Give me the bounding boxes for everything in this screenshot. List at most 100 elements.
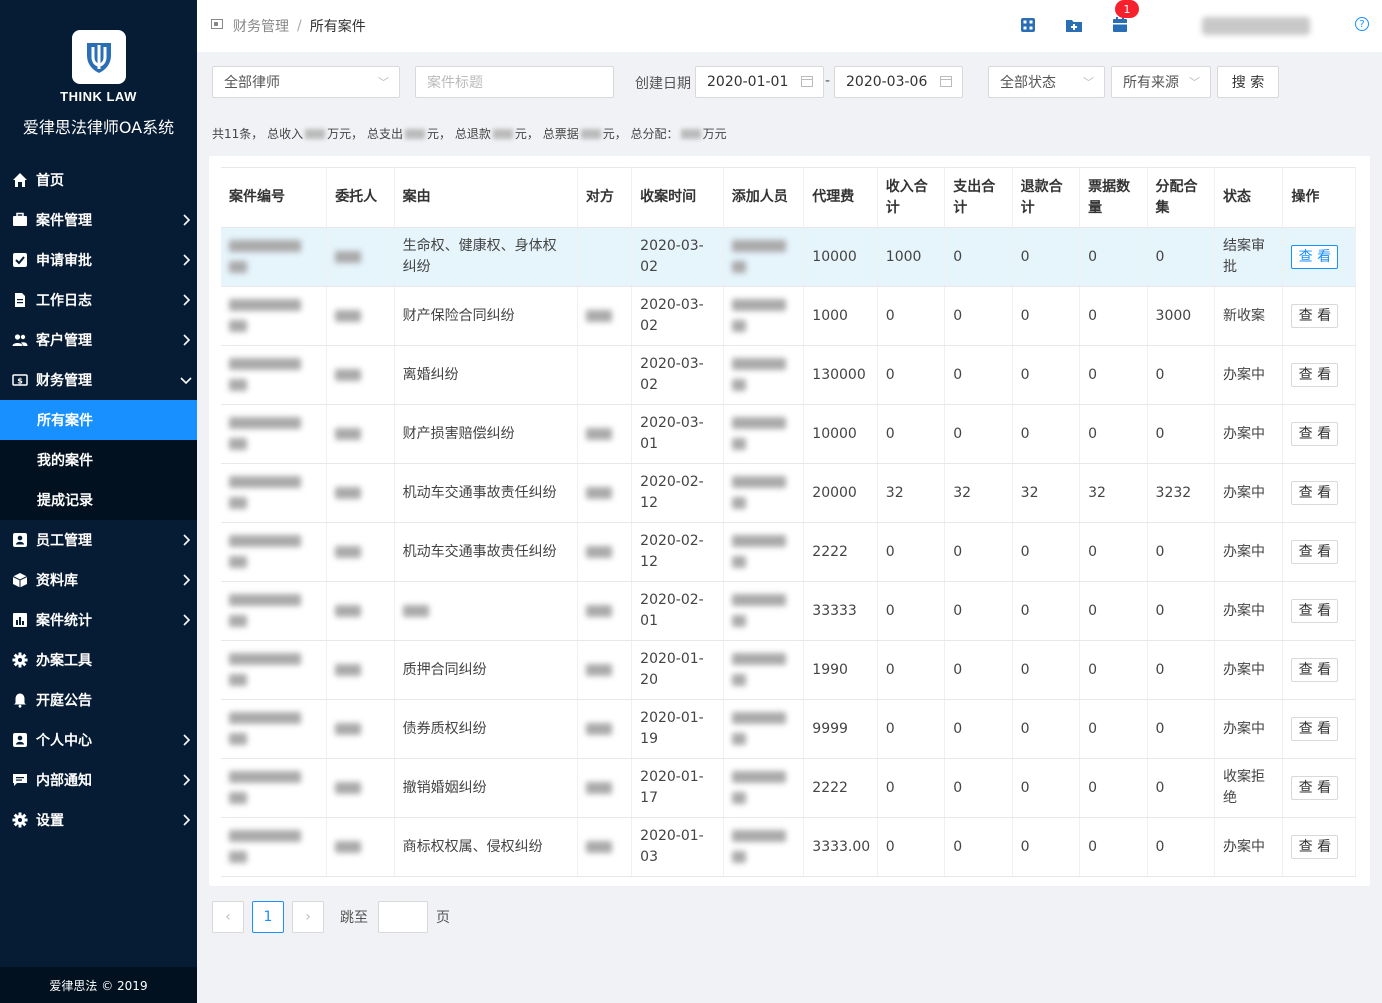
cases-table: 案件编号 委托人 案由 对方 收案时间 添加人员 代理费 收入合计 支出合计 退款合计 票据数量 分配… xyxy=(221,167,1356,877)
status-select[interactable]: 全部状态 ﹀ xyxy=(988,66,1105,98)
logo-icon[interactable] xyxy=(71,30,126,84)
calculator-icon[interactable] xyxy=(1019,16,1037,34)
cell-expense: 0 xyxy=(944,758,1013,818)
sidebar-item-label: 员工管理 xyxy=(36,533,92,549)
chevron-down-icon: ﹀ xyxy=(1189,76,1200,89)
view-button[interactable]: 查 看 xyxy=(1291,363,1339,387)
summary-distribution-unit: 万元 xyxy=(702,127,727,141)
table-row[interactable]: 离婚纠纷 2020-03-02 130000 0 0 0 0 0 办案中查 看 xyxy=(221,345,1356,405)
user-name[interactable] xyxy=(1202,17,1310,35)
column-header: 分配合集 xyxy=(1147,167,1215,228)
view-button[interactable]: 查 看 xyxy=(1291,658,1339,682)
cell-income: 0 xyxy=(877,817,946,877)
sidebar-item[interactable]: 开庭公告 xyxy=(0,680,197,720)
table-row[interactable]: 机动车交通事故责任纠纷 2020-02-12 20000 32 32 32 32 3232 办案… xyxy=(221,463,1356,523)
view-button[interactable]: 查 看 xyxy=(1291,422,1339,446)
page-1-button[interactable]: 1 xyxy=(252,901,284,933)
cell-action: 查 看 xyxy=(1282,345,1356,405)
sidebar-item[interactable]: 内部通知 xyxy=(0,760,197,800)
view-button[interactable]: 查 看 xyxy=(1291,245,1339,269)
column-header: 案由 xyxy=(394,167,578,228)
cell-expense: 0 xyxy=(944,345,1013,405)
table-row[interactable]: 质押合同纠纷 2020-01-20 1990 0 0 0 0 0 办案中查 看 xyxy=(221,640,1356,700)
cell-income: 0 xyxy=(877,581,946,641)
table-row[interactable]: 债券质权纠纷 2020-01-19 9999 0 0 0 0 0 办案中查 看 xyxy=(221,699,1356,759)
chevron-right-icon xyxy=(175,254,197,266)
breadcrumb-parent[interactable]: 财务管理 xyxy=(233,16,289,36)
pagination: ‹ 1 › 跳至 页 xyxy=(212,901,450,933)
main-area: 财务管理 / 所有案件 1 ? 全部律师 ﹀ 案件标题 创建日期 2020-01… xyxy=(197,0,1382,1003)
sidebar-item[interactable]: $ 财务管理 xyxy=(0,360,197,400)
lawyer-select[interactable]: 全部律师 ﹀ xyxy=(212,66,400,98)
cell-action: 查 看 xyxy=(1282,640,1356,700)
table-row[interactable]: 财产保险合同纠纷 2020-03-02 1000 0 0 0 0 3000 新收案查 看 xyxy=(221,286,1356,346)
sidebar-item-label: 申请审批 xyxy=(36,253,92,269)
cell-client xyxy=(326,758,395,818)
cell-opponent xyxy=(577,404,633,464)
calendar-icon[interactable]: 1 xyxy=(1111,0,1139,34)
table-row[interactable]: 撤销婚姻纠纷 2020-01-17 2222 0 0 0 0 0 收案拒绝查 看 xyxy=(221,758,1356,818)
cell-income: 32 xyxy=(877,463,946,523)
view-button[interactable]: 查 看 xyxy=(1291,835,1339,859)
sidebar-item[interactable]: 个人中心 xyxy=(0,720,197,760)
column-header: 支出合计 xyxy=(944,167,1013,228)
view-button[interactable]: 查 看 xyxy=(1291,776,1339,800)
sidebar-item[interactable]: 设置 xyxy=(0,800,197,840)
column-header: 退款合计 xyxy=(1012,167,1081,228)
cell-added-by xyxy=(723,640,805,700)
summary-tickets-label: 总票据 xyxy=(542,127,579,141)
cell-expense: 0 xyxy=(944,640,1013,700)
sidebar-item[interactable]: 首页 xyxy=(0,160,197,200)
sidebar-subitem[interactable]: 提成记录 xyxy=(0,480,197,520)
date-from-input[interactable]: 2020-01-01 xyxy=(695,66,824,98)
sidebar-item[interactable]: 案件管理 xyxy=(0,200,197,240)
sidebar-item[interactable]: 申请审批 xyxy=(0,240,197,280)
table-row[interactable]: 机动车交通事故责任纠纷 2020-02-12 2222 0 0 0 0 0 办案中查 看 xyxy=(221,522,1356,582)
next-page-button[interactable]: › xyxy=(292,901,324,933)
sidebar-item[interactable]: 案件统计 xyxy=(0,600,197,640)
table-row[interactable]: 2020-02-01 33333 0 0 0 0 0 办案中查 看 xyxy=(221,581,1356,641)
view-button[interactable]: 查 看 xyxy=(1291,540,1339,564)
case-title-input[interactable]: 案件标题 xyxy=(415,66,614,98)
cell-added-by xyxy=(723,227,805,287)
source-select[interactable]: 所有来源 ﹀ xyxy=(1111,66,1211,98)
sidebar-item[interactable]: 客户管理 xyxy=(0,320,197,360)
cell-date: 2020-01-17 xyxy=(631,758,724,818)
cell-fee: 9999 xyxy=(803,699,878,759)
cell-case-no xyxy=(221,463,328,523)
table-row[interactable]: 财产损害赔偿纠纷 2020-03-01 10000 0 0 0 0 0 办案中查 看 xyxy=(221,404,1356,464)
view-button[interactable]: 查 看 xyxy=(1291,481,1339,505)
bell-icon xyxy=(12,692,28,708)
logo-text: THINK LAW xyxy=(60,89,137,104)
sidebar-item[interactable]: 资料库 xyxy=(0,560,197,600)
page-label: 页 xyxy=(436,910,450,926)
view-button[interactable]: 查 看 xyxy=(1291,717,1339,741)
column-header: 对方 xyxy=(577,167,633,228)
cell-distribution: 0 xyxy=(1147,817,1215,877)
sidebar-item-label: 设置 xyxy=(36,813,64,829)
breadcrumb-separator: / xyxy=(297,18,302,34)
date-to-input[interactable]: 2020-03-06 xyxy=(834,66,963,98)
sidebar-item[interactable]: 员工管理 xyxy=(0,520,197,560)
sidebar-item-label: 财务管理 xyxy=(36,373,92,389)
view-button[interactable]: 查 看 xyxy=(1291,304,1339,328)
sidebar-subitem[interactable]: 我的案件 xyxy=(0,440,197,480)
search-button[interactable]: 搜 索 xyxy=(1217,66,1279,98)
prev-page-button[interactable]: ‹ xyxy=(212,901,244,933)
cell-income: 0 xyxy=(877,345,946,405)
cell-tickets: 0 xyxy=(1079,404,1148,464)
summary-count: 共11条， xyxy=(212,127,264,141)
sidebar-subitem[interactable]: 所有案件 xyxy=(0,400,197,440)
sidebar-item[interactable]: 办案工具 xyxy=(0,640,197,680)
help-icon[interactable]: ? xyxy=(1355,17,1369,31)
table-row[interactable]: 商标权权属、侵权纠纷 2020-01-03 3333.00 0 0 0 0 0 办案中查 看 xyxy=(221,817,1356,877)
fold-menu-icon[interactable] xyxy=(211,18,223,34)
cell-income: 0 xyxy=(877,286,946,346)
cell-client xyxy=(326,581,395,641)
folder-add-icon[interactable] xyxy=(1065,16,1083,34)
view-button[interactable]: 查 看 xyxy=(1291,599,1339,623)
sidebar-item[interactable]: 工作日志 xyxy=(0,280,197,320)
cell-opponent xyxy=(577,227,633,287)
table-row[interactable]: 生命权、健康权、身体权纠纷 2020-03-02 10000 1000 0 0 0 0 结案审批… xyxy=(221,227,1356,287)
jump-page-input[interactable] xyxy=(378,901,428,933)
